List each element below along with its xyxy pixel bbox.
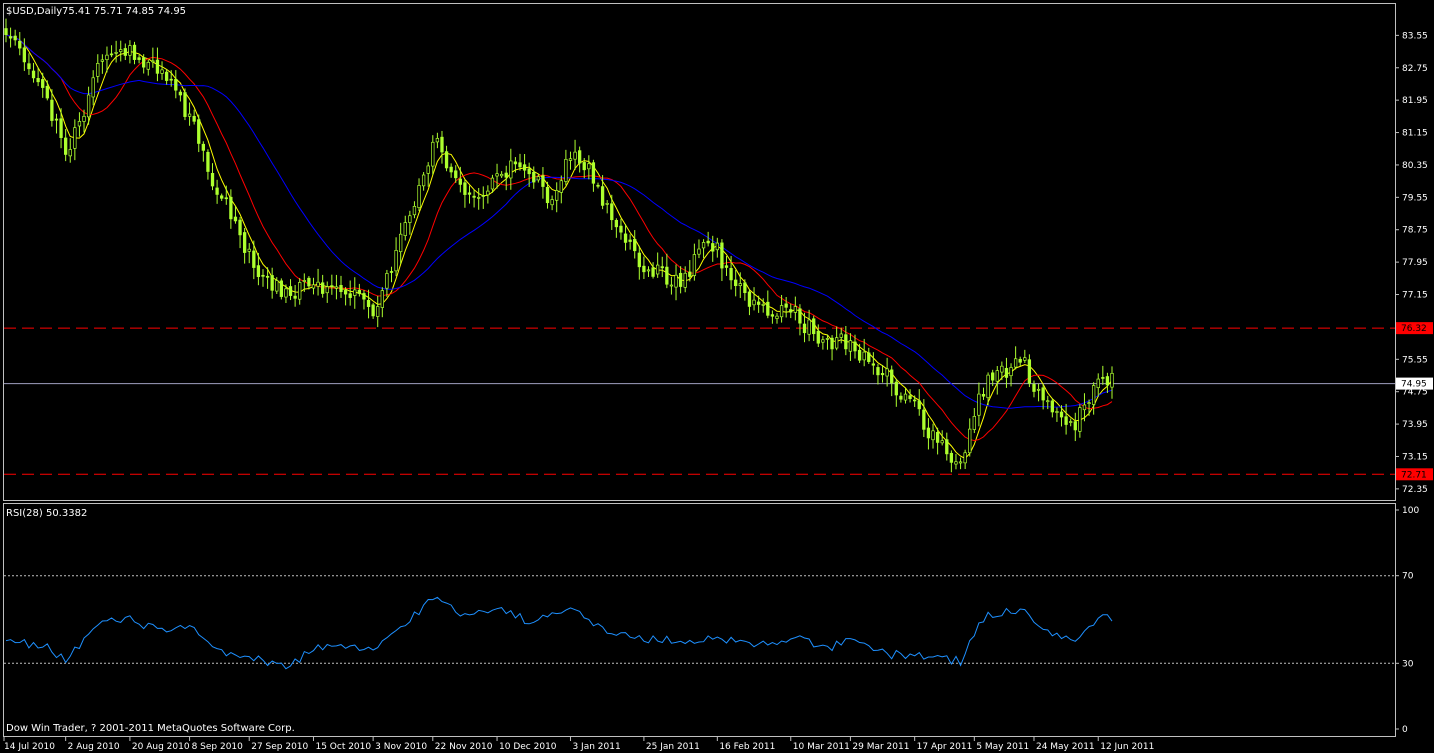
rsi-tick-label: 0 bbox=[1402, 725, 1408, 735]
trading-chart[interactable]: 83.55 82.75 81.95 81.15 80.35 79.55 78.75 77.95… bbox=[0, 0, 1434, 753]
chart-background bbox=[0, 0, 1434, 753]
date-tick-label: 25 Jan 2011 bbox=[646, 742, 700, 752]
date-tick-label: 17 Apr 2011 bbox=[917, 742, 973, 752]
rsi-tick-label: 30 bbox=[1402, 659, 1414, 669]
date-tick-label: 27 Sep 2010 bbox=[251, 742, 308, 752]
date-tick-label: 15 Oct 2010 bbox=[315, 742, 371, 752]
level-tag-label: 72.71 bbox=[1401, 470, 1427, 480]
date-tick-label: 10 Dec 2010 bbox=[499, 742, 557, 752]
date-tick-label: 10 Mar 2011 bbox=[793, 742, 850, 752]
price-tick-label: 81.95 bbox=[1402, 96, 1428, 106]
rsi-tick-label: 100 bbox=[1402, 506, 1419, 516]
candle bbox=[183, 88, 187, 121]
date-tick-label: 2 Aug 2010 bbox=[68, 742, 120, 752]
date-tick-label: 12 Jun 2011 bbox=[1100, 742, 1154, 752]
candle bbox=[279, 278, 284, 300]
date-tick-label: 22 Nov 2010 bbox=[435, 742, 493, 752]
date-tick-label: 14 Jul 2010 bbox=[4, 742, 55, 752]
price-tick-label: 83.55 bbox=[1402, 31, 1428, 41]
date-tick-label: 8 Sep 2010 bbox=[192, 742, 244, 752]
price-tick-label: 80.35 bbox=[1402, 161, 1428, 171]
price-tick-label: 73.15 bbox=[1402, 452, 1428, 462]
date-tick-label: 3 Nov 2010 bbox=[375, 742, 427, 752]
price-tick-label: 82.75 bbox=[1402, 64, 1428, 74]
ohlc-readout: 75.41 75.71 74.85 74.95 bbox=[62, 6, 186, 17]
price-tick-label: 78.75 bbox=[1402, 226, 1428, 236]
price-tick-label: 79.55 bbox=[1402, 193, 1428, 203]
price-tick-label: 72.35 bbox=[1402, 485, 1428, 495]
date-tick-label: 5 May 2011 bbox=[976, 742, 1029, 752]
rsi-tick-label: 70 bbox=[1402, 572, 1414, 582]
price-tick-label: 77.95 bbox=[1402, 258, 1428, 268]
date-tick-label: 29 Mar 2011 bbox=[852, 742, 909, 752]
price-tick-label: 81.15 bbox=[1402, 129, 1428, 139]
price-tick-label: 77.15 bbox=[1402, 291, 1428, 301]
price-tick-label: 73.95 bbox=[1402, 420, 1428, 430]
rsi-title: RSI(28) 50.3382 bbox=[6, 508, 87, 519]
current-price-label: 74.95 bbox=[1401, 380, 1427, 390]
chart-title: $USD,Daily bbox=[6, 6, 62, 17]
level-tag-label: 76.32 bbox=[1401, 324, 1427, 334]
date-tick-label: 3 Jan 2011 bbox=[572, 742, 620, 752]
price-tick-label: 75.55 bbox=[1402, 355, 1428, 365]
date-tick-label: 20 Aug 2010 bbox=[132, 742, 190, 752]
copyright-text: Dow Win Trader, ? 2001-2011 MetaQuotes S… bbox=[6, 723, 295, 734]
date-tick-label: 24 May 2011 bbox=[1036, 742, 1095, 752]
date-tick-label: 16 Feb 2011 bbox=[719, 742, 775, 752]
